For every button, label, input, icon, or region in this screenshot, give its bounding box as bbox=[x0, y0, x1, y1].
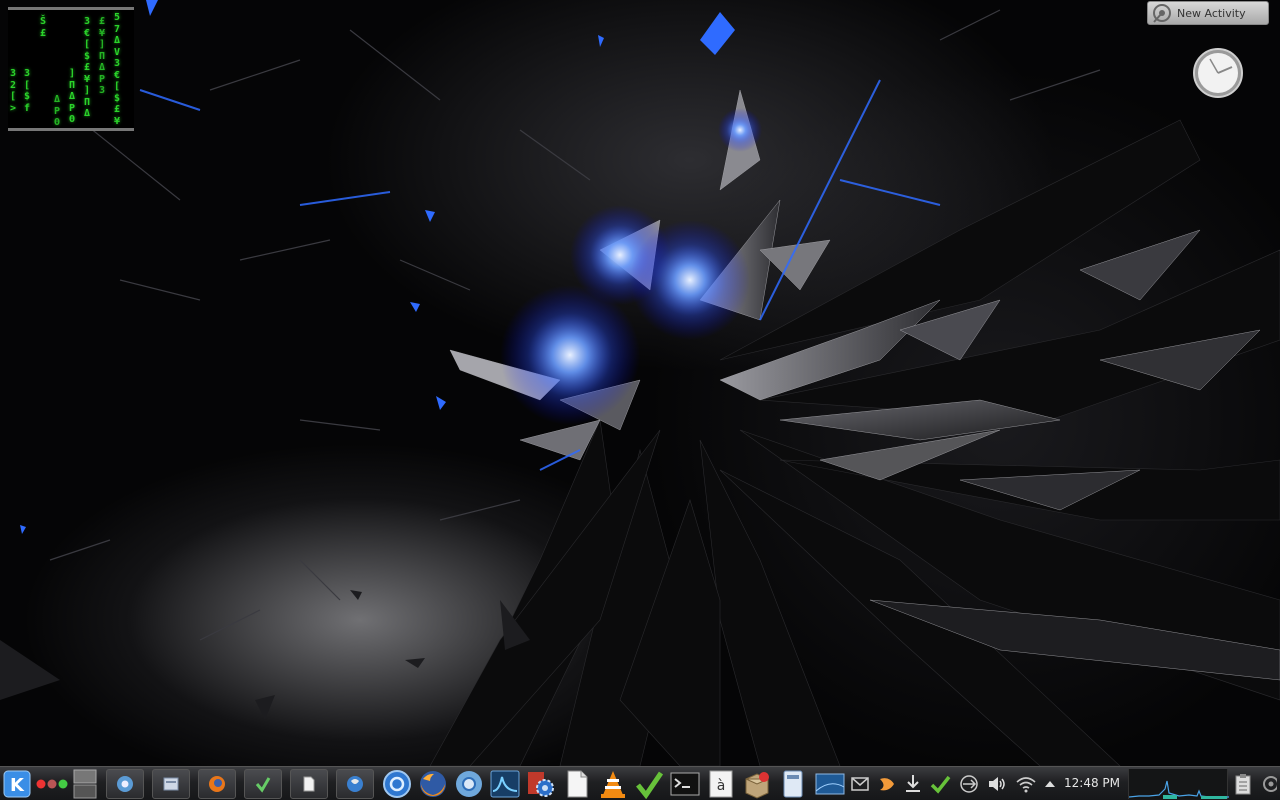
speaker-volume-icon bbox=[989, 777, 1005, 791]
system-monitor-icon bbox=[490, 770, 520, 798]
tray-expand-button[interactable] bbox=[1042, 769, 1058, 799]
launcher-ktorrent[interactable] bbox=[632, 769, 666, 799]
launcher-terminal[interactable] bbox=[668, 769, 702, 799]
download-arrow-icon bbox=[906, 775, 920, 792]
svg-text:à: à bbox=[717, 778, 726, 794]
clipboard-icon bbox=[1235, 774, 1251, 795]
system-load-graph[interactable] bbox=[1128, 769, 1229, 799]
matrix-column: 5 7 Δ V 3 € [ $ £ ¥ bbox=[114, 12, 121, 127]
matrix-rain-widget[interactable]: 3 2 [ > 3 [ $ f Š £ Δ P Θ ] Π Δ P Θ 3 € … bbox=[8, 7, 134, 131]
debris-chips bbox=[0, 590, 530, 720]
launcher-character-map[interactable]: à bbox=[704, 769, 738, 799]
wifi-icon bbox=[1016, 777, 1036, 793]
tray-volume[interactable] bbox=[986, 769, 1008, 799]
launcher-vlc[interactable] bbox=[596, 769, 630, 799]
torrent-client-icon bbox=[255, 777, 271, 793]
launcher-konqueror[interactable] bbox=[380, 769, 414, 799]
chromium-icon bbox=[117, 776, 133, 792]
task-button-browser[interactable] bbox=[336, 769, 374, 799]
matrix-column: 3 2 [ > bbox=[10, 68, 17, 114]
web-browser-icon bbox=[347, 776, 363, 792]
task-button-firefox[interactable] bbox=[198, 769, 236, 799]
tray-mail[interactable] bbox=[850, 769, 870, 799]
tray-usb-devices[interactable] bbox=[956, 769, 982, 799]
matrix-column: Δ P Θ bbox=[54, 94, 61, 128]
tray-downloads[interactable] bbox=[902, 769, 924, 799]
usb-device-icon bbox=[960, 775, 978, 793]
firefox-icon bbox=[209, 776, 225, 792]
firefox-icon bbox=[420, 771, 446, 797]
matrix-column: ] Π Δ P Θ bbox=[69, 68, 76, 125]
svg-text:K: K bbox=[10, 775, 25, 796]
launcher-firefox[interactable] bbox=[416, 769, 450, 799]
desktop[interactable]: 3 2 [ > 3 [ $ f Š £ Δ P Θ ] Π Δ P Θ 3 € … bbox=[0, 0, 1280, 800]
launcher-text-editor[interactable] bbox=[560, 769, 594, 799]
konqueror-icon bbox=[383, 770, 411, 798]
package-box-icon bbox=[745, 772, 769, 799]
tray-ktorrent[interactable] bbox=[928, 769, 952, 799]
analog-clock-widget[interactable] bbox=[1192, 47, 1244, 99]
arrow-up-icon bbox=[1045, 781, 1055, 787]
virtual-desktop-pager[interactable] bbox=[72, 769, 98, 799]
torrent-client-icon bbox=[636, 771, 664, 799]
taskbar-panel[interactable]: K à 12:48 PM bbox=[0, 766, 1280, 800]
task-button-document[interactable] bbox=[290, 769, 328, 799]
torrent-client-icon bbox=[930, 775, 951, 794]
orange-crescent-icon bbox=[880, 778, 894, 791]
vlc-cone-icon bbox=[601, 771, 625, 798]
kde-logo-icon: K bbox=[3, 770, 31, 798]
file-manager-icon bbox=[163, 777, 179, 791]
chromium-icon bbox=[456, 771, 482, 797]
task-button-chromium[interactable] bbox=[106, 769, 144, 799]
activity-cashew-icon bbox=[1153, 4, 1171, 23]
activity-manager-button[interactable] bbox=[35, 769, 69, 799]
terminal-icon bbox=[670, 772, 700, 796]
launcher-system-settings[interactable] bbox=[524, 769, 558, 799]
taskbar-clock[interactable]: 12:48 PM bbox=[1064, 776, 1120, 790]
task-button-torrent[interactable] bbox=[244, 769, 282, 799]
launcher-package-manager[interactable] bbox=[740, 769, 774, 799]
new-activity-button[interactable]: New Activity bbox=[1147, 1, 1269, 25]
tray-clipboard[interactable] bbox=[1232, 769, 1254, 799]
launcher-show-desktop[interactable] bbox=[812, 769, 848, 799]
blue-glow-left bbox=[500, 285, 640, 425]
mail-envelope-icon bbox=[851, 777, 869, 791]
document-icon bbox=[567, 770, 588, 798]
launcher-system-monitor[interactable] bbox=[488, 769, 522, 799]
panel-toolbox-button[interactable] bbox=[1258, 769, 1278, 799]
launcher-archiver[interactable] bbox=[776, 769, 810, 799]
show-desktop-icon bbox=[815, 773, 845, 795]
launcher-chromium[interactable] bbox=[452, 769, 486, 799]
activity-dots-icon bbox=[36, 779, 68, 789]
tray-network[interactable] bbox=[1014, 769, 1038, 799]
new-activity-label: New Activity bbox=[1177, 6, 1246, 20]
blank-document-icon bbox=[303, 776, 315, 792]
archive-icon bbox=[783, 770, 803, 798]
character-map-icon: à bbox=[709, 770, 733, 798]
wallpaper-shards bbox=[0, 0, 1280, 766]
blue-glow-small bbox=[718, 108, 762, 152]
cashew-icon bbox=[1263, 776, 1277, 792]
pager-icon bbox=[73, 769, 97, 799]
application-launcher-button[interactable]: K bbox=[1, 769, 33, 799]
matrix-column: £ ¥ ] Π Δ P 3 bbox=[99, 16, 106, 96]
settings-gear-icon bbox=[528, 772, 554, 797]
tray-klipper[interactable] bbox=[876, 769, 898, 799]
cpu-load-graph bbox=[1128, 780, 1229, 799]
matrix-column: 3 € [ $ £ ¥ ] Π Δ bbox=[84, 16, 91, 119]
task-button-file-manager[interactable] bbox=[152, 769, 190, 799]
blue-glow-right bbox=[630, 220, 750, 340]
matrix-column: 3 [ $ f bbox=[24, 68, 31, 114]
matrix-column: Š £ bbox=[40, 16, 47, 39]
